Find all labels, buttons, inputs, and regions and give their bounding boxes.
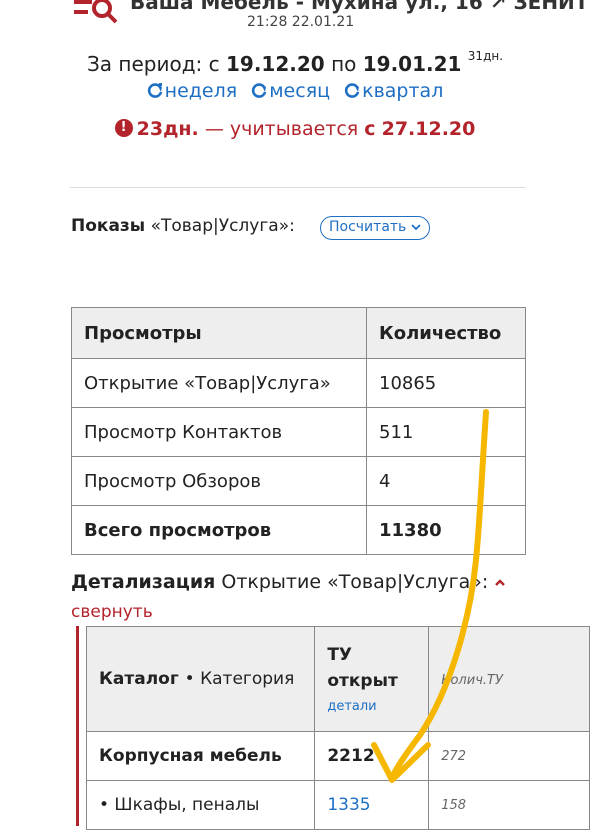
views-table: Просмотры Количество Открытие «Товар|Усл… <box>71 307 526 555</box>
row-name: Просмотр Обзоров <box>71 456 367 506</box>
collapse-link[interactable]: свернуть <box>71 602 153 622</box>
table-header-row: Просмотры Количество <box>71 307 526 359</box>
warning-from-date: 27.12.20 <box>381 118 476 140</box>
row-value: 4 <box>366 456 526 506</box>
total-name: Всего просмотров <box>71 505 367 555</box>
period-to: 19.01.21 <box>362 52 462 76</box>
column-header-catalog: Каталог • Категория <box>85 626 316 732</box>
chevron-down-icon <box>411 224 421 231</box>
table-row: Открытие «Товар|Услуга» 10865 <box>71 358 526 408</box>
row-name: Открытие «Товар|Услуга» <box>71 358 367 408</box>
period-link-week[interactable]: неделя <box>147 80 238 102</box>
count-button-label: Посчитать <box>329 219 407 235</box>
count-header: Колич.ТУ <box>441 673 503 688</box>
detail-accent-bar <box>76 626 79 826</box>
search-logo-icon <box>74 0 118 24</box>
period-link-month[interactable]: месяц <box>251 80 330 102</box>
count-button[interactable]: Посчитать <box>320 216 430 240</box>
warning-from-word: с <box>364 118 376 140</box>
refresh-icon <box>147 83 162 98</box>
period-link-label: месяц <box>269 80 331 102</box>
table-total-row: Всего просмотров 11380 <box>71 505 526 555</box>
period-link-label: квартал <box>362 80 444 102</box>
catalog-table: Каталог • Категория ТУ открыт детали Кол… <box>85 626 590 830</box>
category-count: 272 <box>428 731 590 781</box>
period-label: За период: с <box>86 52 220 76</box>
row-name: Просмотр Контактов <box>71 407 367 457</box>
row-value: 511 <box>366 407 526 457</box>
period-days: 31дн. <box>467 49 504 63</box>
table-header-row: Каталог • Категория ТУ открыт детали Кол… <box>85 626 590 732</box>
period-links: неделя месяц квартал <box>0 80 590 104</box>
total-value: 11380 <box>366 505 526 555</box>
detail-heading: Детализация Открытие «Товар|Услуга»: <box>71 571 506 593</box>
report-datetime: 21:28 22.01.21 <box>247 14 355 30</box>
detail-label-bold: Детализация <box>71 571 216 593</box>
warning-text: — учитывается <box>204 118 359 140</box>
catalog-header-bold: Каталог <box>99 669 179 689</box>
shows-label-bold: Показы <box>71 216 146 236</box>
table-row: Просмотр Обзоров 4 <box>71 456 526 506</box>
exclamation-icon: ! <box>114 118 133 137</box>
details-link[interactable]: детали <box>327 699 416 714</box>
column-header-count: Колич.ТУ <box>428 626 590 732</box>
warning-line: ! 23дн. — учитывается с 27.12.20 <box>0 118 590 140</box>
chevron-up-icon[interactable] <box>494 578 506 588</box>
divider <box>70 187 526 188</box>
company-title: Ваша Мебель - Мухина ул., 16 ↗ ЗЕНИТ | <box>130 0 590 14</box>
row-value: 10865 <box>366 358 526 408</box>
table-row: • Шкафы, пеналы 1335 158 <box>85 780 590 830</box>
column-header-views: Просмотры <box>71 307 367 359</box>
category-count: 158 <box>428 780 590 830</box>
opened-header-line2: открыт <box>327 670 398 691</box>
opened-header-line1: ТУ <box>327 644 353 665</box>
category-name: Корпусная мебель <box>85 731 316 781</box>
period-link-quarter[interactable]: квартал <box>344 80 443 102</box>
warning-days: 23дн. <box>136 118 199 140</box>
period-link-label: неделя <box>164 80 238 102</box>
refresh-icon <box>252 83 267 98</box>
period-line: За период: с 19.12.20 по 19.01.21 31дн. <box>0 49 590 76</box>
column-header-opened: ТУ открыт детали <box>314 626 430 732</box>
period-to-word: по <box>331 52 357 76</box>
period-from: 19.12.20 <box>226 52 325 76</box>
column-header-count: Количество <box>366 307 526 359</box>
table-row: Просмотр Контактов 511 <box>71 407 526 457</box>
table-row: Корпусная мебель 2212 272 <box>85 731 590 781</box>
catalog-header-rest: • Категория <box>184 669 295 689</box>
category-name: • Шкафы, пеналы <box>85 780 316 830</box>
category-opened: 2212 <box>314 731 430 781</box>
shows-label-rest: «Товар|Услуга»: <box>150 216 295 236</box>
shows-label: Показы «Товар|Услуга»: <box>71 216 295 236</box>
refresh-icon <box>345 83 360 98</box>
category-opened-link[interactable]: 1335 <box>314 780 430 830</box>
detail-label-rest: Открытие «Товар|Услуга»: <box>221 571 489 593</box>
